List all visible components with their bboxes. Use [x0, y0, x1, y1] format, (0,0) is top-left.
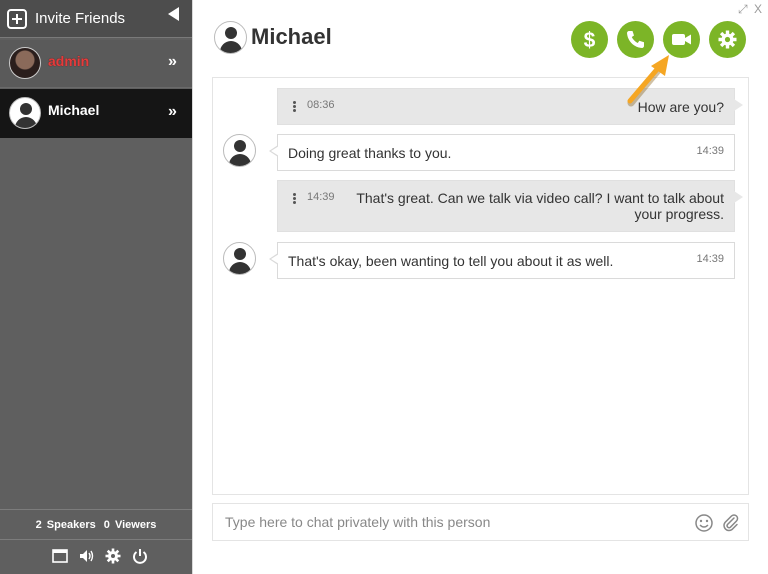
gear-icon	[718, 30, 737, 49]
message-time: 08:36	[307, 99, 335, 111]
message-incoming: Doing great thanks to you. 14:39	[269, 134, 735, 171]
user-item-michael[interactable]: Michael »	[0, 89, 192, 138]
message-time: 14:39	[307, 191, 335, 203]
phone-icon	[627, 31, 644, 48]
message-incoming: That's okay, been wanting to tell you ab…	[269, 242, 735, 279]
chat-settings-button[interactable]	[709, 21, 746, 58]
message-text: How are you?	[637, 99, 724, 115]
svg-text:$: $	[584, 29, 596, 50]
emoji-icon[interactable]	[694, 513, 714, 533]
message-text: That's great. Can we talk via video call…	[356, 190, 724, 222]
message-menu-icon[interactable]	[293, 193, 296, 204]
video-call-button[interactable]	[663, 21, 700, 58]
power-icon[interactable]	[131, 547, 149, 565]
double-chevron-right-icon[interactable]: »	[168, 53, 177, 71]
sender-avatar	[223, 134, 256, 167]
speaker-icon[interactable]	[78, 547, 96, 565]
avatar	[9, 47, 41, 79]
speakers-label: Speakers	[46, 519, 96, 531]
message-text: That's okay, been wanting to tell you ab…	[288, 253, 614, 269]
double-chevron-right-icon[interactable]: »	[168, 103, 177, 121]
user-item-admin[interactable]: admin »	[0, 40, 192, 88]
contact-avatar	[214, 21, 247, 54]
collapse-sidebar-icon[interactable]	[168, 7, 179, 21]
message-time: 14:39	[696, 253, 724, 265]
audience-stats: 2 Speakers 0 Viewers	[0, 509, 192, 540]
avatar	[9, 97, 41, 129]
close-icon[interactable]: X	[754, 2, 762, 16]
message-time: 14:39	[696, 145, 724, 157]
bottom-toolbar	[0, 541, 192, 574]
sidebar: Invite Friends admin » Michael » 2 Speak…	[0, 0, 192, 574]
paperclip-icon[interactable]	[721, 513, 741, 533]
user-name: Michael	[48, 102, 100, 118]
sender-avatar	[223, 242, 256, 275]
message-outgoing: 14:39 That's great. Can we talk via vide…	[277, 180, 743, 232]
compose-bar	[212, 503, 749, 541]
chat-panel: Michael ⤢ X $ 08:36 How are you? Doing g…	[192, 0, 768, 574]
voice-call-button[interactable]	[617, 21, 654, 58]
chat-input[interactable]	[225, 512, 685, 532]
viewers-label: Viewers	[114, 519, 157, 531]
message-menu-icon[interactable]	[293, 101, 296, 112]
page-title: Michael	[251, 24, 332, 49]
send-money-button[interactable]: $	[571, 21, 608, 58]
user-name: admin	[48, 53, 90, 69]
message-text: Doing great thanks to you.	[288, 145, 452, 161]
invite-friends-button[interactable]: Invite Friends	[0, 0, 192, 38]
expand-icon[interactable]: ⤢	[738, 2, 748, 17]
viewers-count: 0	[103, 519, 110, 531]
invite-friends-label: Invite Friends	[35, 10, 126, 27]
speakers-count: 2	[35, 519, 42, 531]
message-outgoing: 08:36 How are you?	[277, 88, 743, 125]
message-list[interactable]: 08:36 How are you? Doing great thanks to…	[212, 77, 749, 495]
video-camera-icon	[672, 34, 691, 45]
settings-gear-icon[interactable]	[104, 547, 122, 565]
dollar-icon: $	[584, 29, 596, 50]
plus-icon	[7, 9, 27, 29]
window-icon[interactable]	[51, 547, 69, 565]
